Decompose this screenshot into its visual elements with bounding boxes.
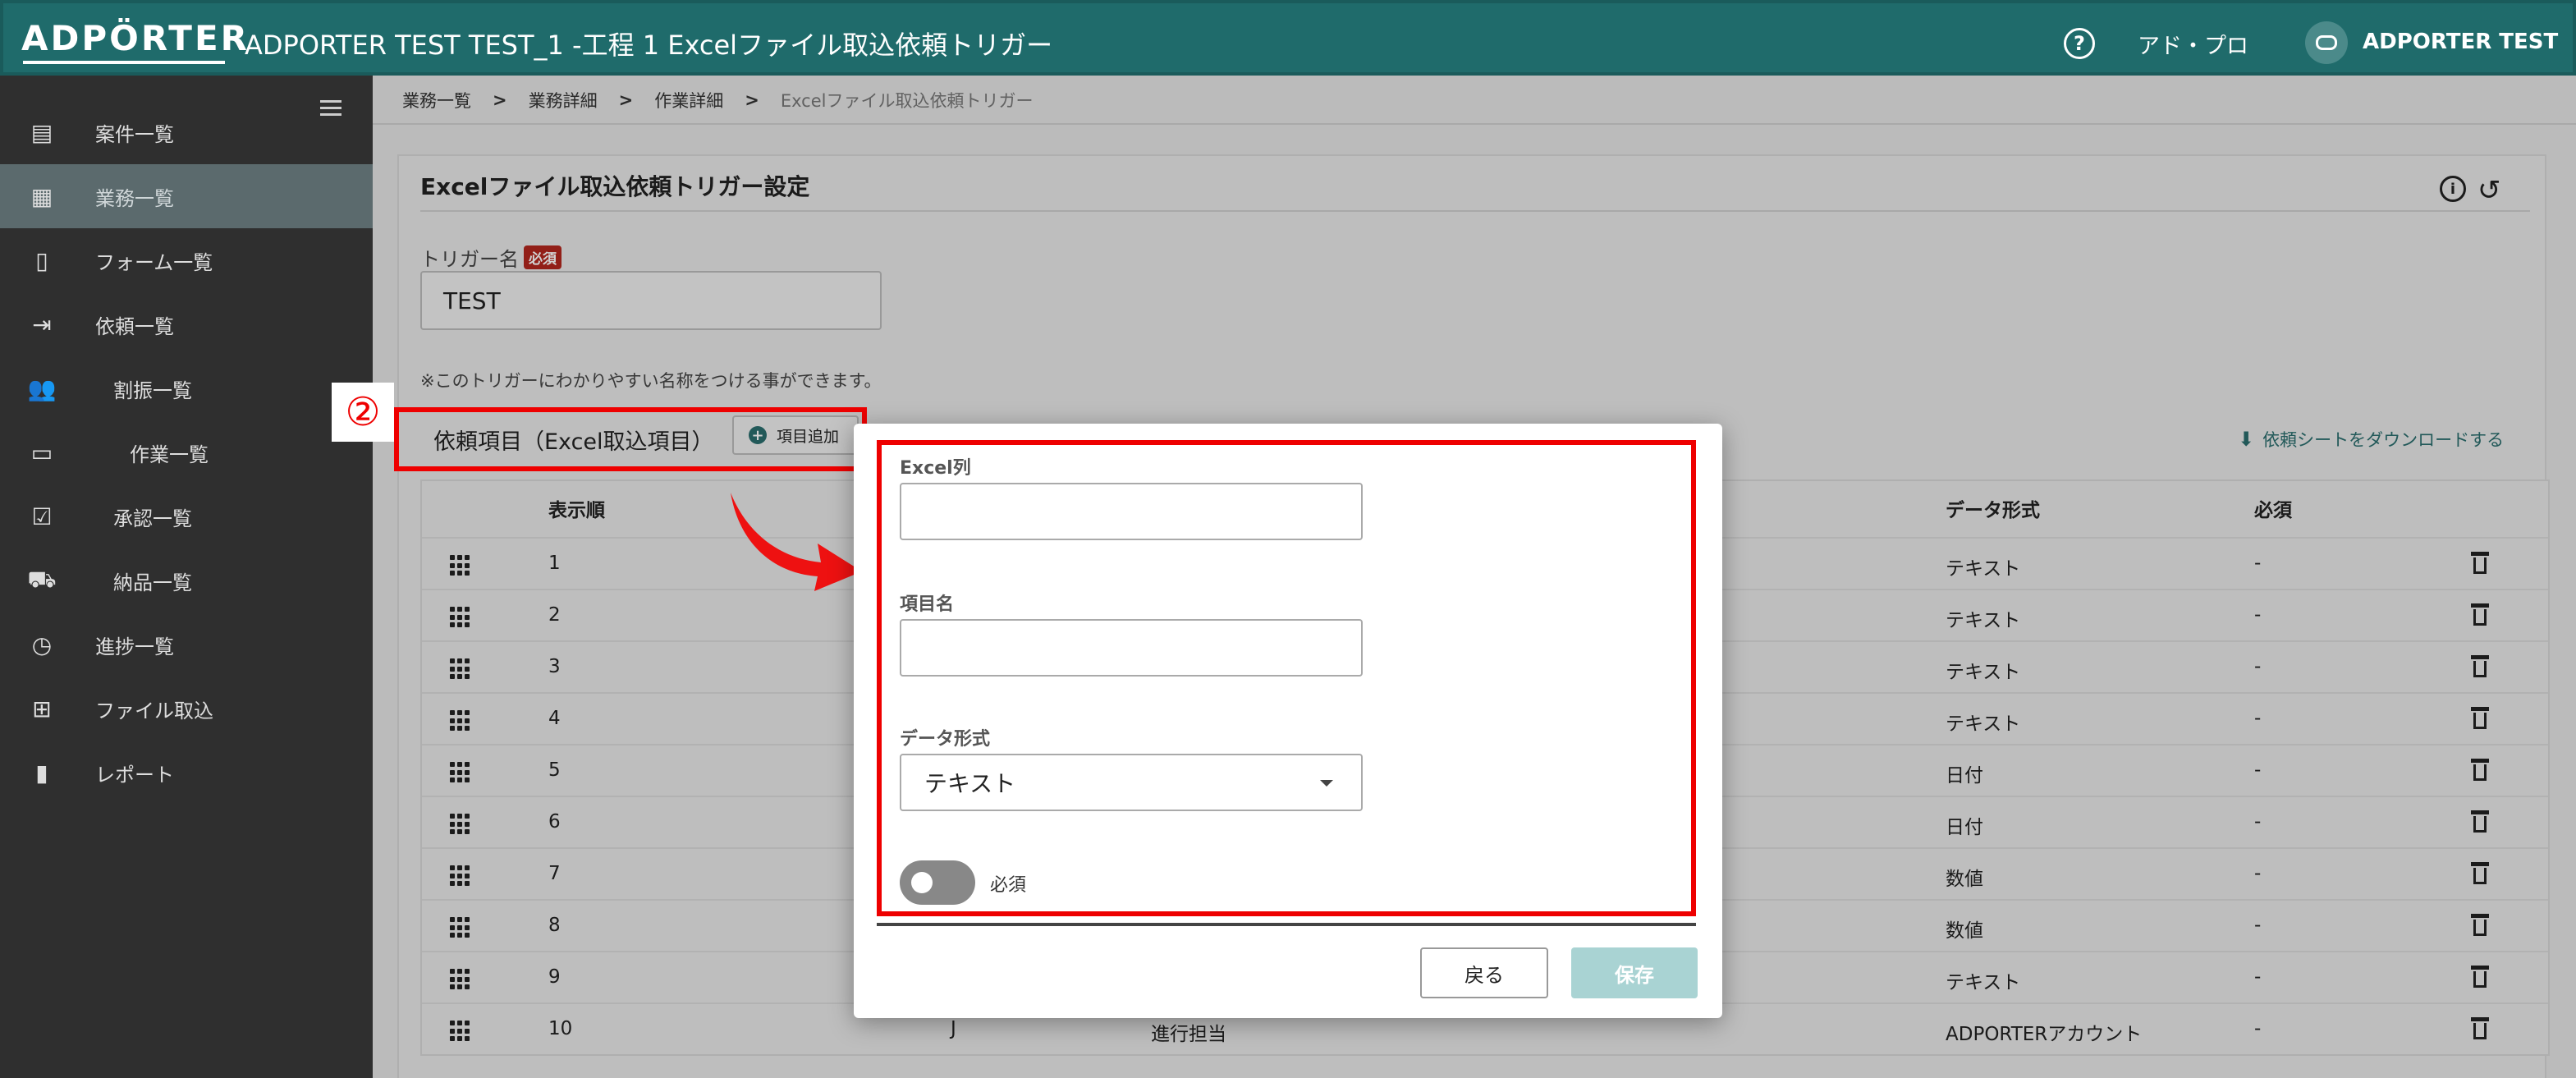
user-name[interactable]: ADPORTER TEST: [2363, 30, 2558, 54]
logo-underline: [23, 61, 225, 64]
app-header: ADPÖRTER ADPORTER TEST TEST_1 -工程 1 Exce…: [0, 0, 2576, 76]
robot-icon: [2316, 35, 2337, 50]
dropdown-arrow-icon: [1320, 780, 1333, 787]
sidebar-item-7[interactable]: ☑ 承認一覧: [0, 484, 373, 548]
required-toggle[interactable]: [900, 860, 975, 905]
avatar[interactable]: [2305, 21, 2348, 64]
sidebar-item-5[interactable]: 👥 割振一覧: [0, 356, 373, 420]
sidebar-item-label: 業務一覧: [95, 186, 174, 210]
save-button[interactable]: 保存: [1571, 947, 1698, 998]
sidebar-item-label: フォーム一覧: [95, 250, 213, 274]
sidebar-item-label: 依頼一覧: [95, 314, 174, 338]
annotation-arrow-icon: [731, 493, 862, 591]
annotation-step-badge: ②: [332, 383, 394, 442]
toggle-knob: [911, 872, 933, 893]
sidebar-item-label: 進捗一覧: [95, 635, 174, 658]
sidebar-item-4[interactable]: ⇥ 依頼一覧: [0, 292, 373, 356]
sidebar-item-1[interactable]: ▤ 案件一覧: [0, 100, 373, 164]
sidebar-item-2[interactable]: ▦ 業務一覧: [0, 164, 373, 228]
sidebar-item-label: レポート: [95, 763, 174, 787]
annotation-highlight-box: [394, 407, 867, 471]
clock-icon: ◷: [31, 631, 53, 658]
form-icon: ▯: [35, 246, 48, 274]
sidebar-item-9[interactable]: ◷ 進捗一覧: [0, 612, 373, 677]
sidebar-item-label: 割振一覧: [113, 378, 192, 402]
inbox-icon: ⇥: [32, 310, 52, 338]
people-icon: 👥: [27, 374, 57, 402]
sidebar-item-8[interactable]: ⛟ 納品一覧: [0, 548, 373, 612]
sidebar-item-label: 納品一覧: [113, 571, 192, 594]
sidebar-item-3[interactable]: ▯ フォーム一覧: [0, 228, 373, 292]
bar-chart-icon: ▮: [35, 759, 48, 787]
excel-column-label: Excel列: [900, 458, 971, 479]
sidebar-item-11[interactable]: ▮ レポート: [0, 741, 373, 805]
item-name-input[interactable]: [900, 619, 1363, 677]
divider: [877, 923, 1696, 926]
sidebar-item-6[interactable]: ▭ 作業一覧: [0, 420, 373, 484]
required-toggle-label: 必須: [990, 875, 1027, 896]
sidebar-item-10[interactable]: ⊞ ファイル取込: [0, 677, 373, 741]
sidebar-item-label: 承認一覧: [113, 507, 192, 530]
item-name-label: 項目名: [900, 594, 955, 615]
truck-icon: ⛟: [27, 565, 57, 593]
document-icon: ▤: [30, 118, 53, 146]
logo: ADPÖRTER: [21, 18, 250, 58]
sidebar-item-label: ファイル取込: [95, 699, 213, 722]
back-button[interactable]: 戻る: [1420, 947, 1548, 998]
approval-icon: ☑: [31, 502, 53, 530]
help-icon[interactable]: ?: [2064, 28, 2095, 59]
table-add-icon: ⊞: [32, 695, 52, 722]
monitor-icon: ▭: [30, 438, 53, 466]
sidebar: ▤ 案件一覧 ▦ 業務一覧 ▯ フォーム一覧 ⇥ 依頼一覧 👥 割振一覧 ▭ 作業一覧 ☑ 承認一覧 ⛟ 納品…: [0, 76, 373, 1078]
sidebar-item-label: 案件一覧: [95, 122, 174, 146]
excel-column-input[interactable]: [900, 483, 1363, 540]
data-format-select[interactable]: テキスト: [900, 754, 1363, 811]
page-title: ADPORTER TEST TEST_1 -工程 1 Excelファイル取込依頼…: [245, 30, 1053, 61]
data-format-label: データ形式: [900, 729, 991, 750]
building-icon: ▦: [30, 182, 53, 210]
sidebar-item-label: 作業一覧: [130, 443, 209, 466]
organization-name: アド・プロ: [2138, 34, 2248, 59]
data-format-value: テキスト: [924, 770, 1016, 797]
